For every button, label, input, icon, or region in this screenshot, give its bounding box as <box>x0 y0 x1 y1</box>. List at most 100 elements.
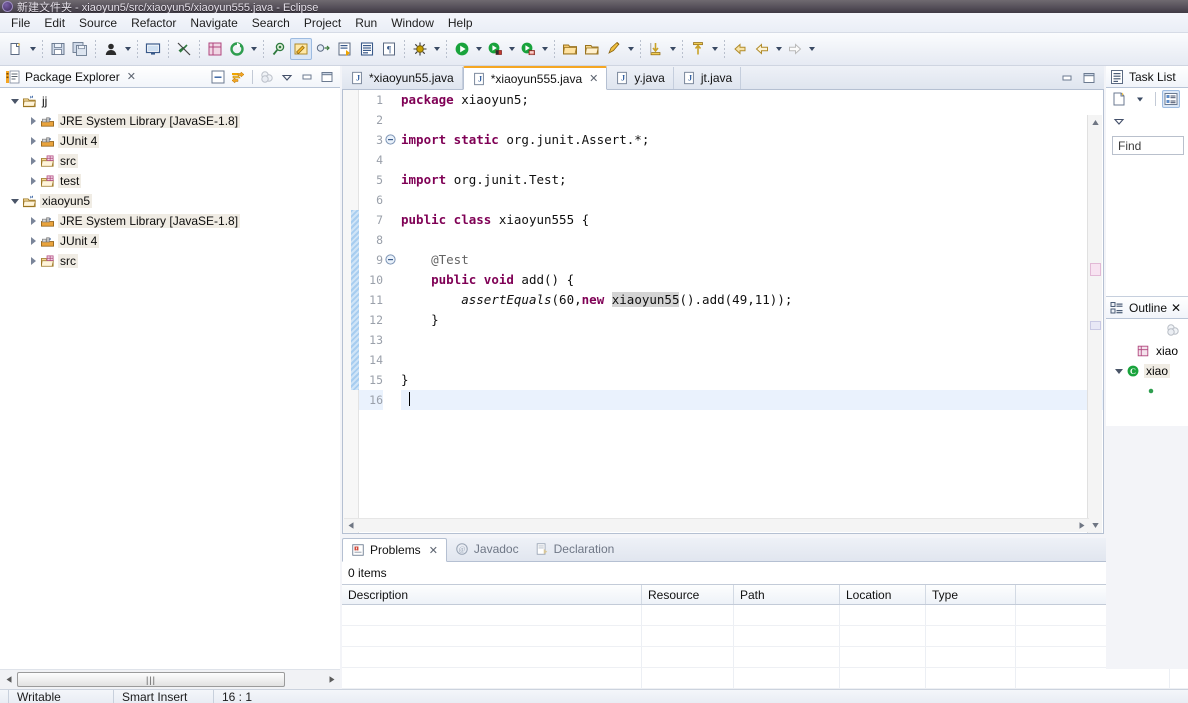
tab-package-explorer[interactable]: Package Explorer ✕ <box>0 66 141 88</box>
folding-marker[interactable] <box>385 370 397 390</box>
dropdown-arrow-icon[interactable] <box>709 38 720 60</box>
source-editor[interactable]: 1 2 3 4 5 6 7 8 9 10 11 12 13 14 15 16 package xiaoyun5… <box>342 90 1104 534</box>
code-line[interactable]: assertEquals(60,new xiaoyun55().add(49,1… <box>401 290 1103 310</box>
maximize-icon[interactable] <box>1080 69 1098 87</box>
no-link-button[interactable] <box>173 38 195 60</box>
run-ant-button[interactable] <box>517 38 539 60</box>
console-button[interactable] <box>142 38 164 60</box>
code-line[interactable] <box>401 390 1103 410</box>
menu-window[interactable]: Window <box>384 14 441 32</box>
outline-row[interactable] <box>1106 381 1188 401</box>
search-history-button[interactable] <box>603 38 625 60</box>
folding-marker[interactable] <box>385 110 397 130</box>
minimize-icon[interactable] <box>1058 69 1076 87</box>
editor-tab-jtjava[interactable]: Jjt.java <box>674 67 742 89</box>
code-line[interactable]: package xiaoyun5; <box>401 90 1103 110</box>
open-type-folder-button[interactable] <box>559 38 581 60</box>
tree-row[interactable]: JUnit 4 <box>0 131 340 151</box>
sort-members-icon[interactable] <box>1164 321 1182 339</box>
dropdown-arrow-icon[interactable] <box>431 38 442 60</box>
folding-marker[interactable] <box>385 130 397 150</box>
search-annotation-button[interactable] <box>268 38 290 60</box>
new-package-button[interactable] <box>204 38 226 60</box>
outline-row[interactable]: Cxiao <box>1106 361 1188 381</box>
view-menu-icon[interactable] <box>1110 112 1128 130</box>
folding-marker[interactable] <box>385 310 397 330</box>
close-icon[interactable]: ✕ <box>1171 301 1181 315</box>
dropdown-arrow-icon[interactable] <box>773 38 784 60</box>
tree-row[interactable]: src <box>0 151 340 171</box>
code-line[interactable]: @Test <box>401 250 1103 270</box>
code-line[interactable] <box>401 150 1103 170</box>
new-wizard-button[interactable] <box>5 38 27 60</box>
dropdown-arrow-icon[interactable] <box>667 38 678 60</box>
open-type-button[interactable] <box>334 38 356 60</box>
run-button[interactable] <box>451 38 473 60</box>
menu-edit[interactable]: Edit <box>37 14 72 32</box>
code-line[interactable] <box>401 330 1103 350</box>
folding-marker[interactable] <box>385 90 397 110</box>
folding-marker[interactable] <box>385 250 397 270</box>
tree-row[interactable]: jj <box>0 91 340 111</box>
tree-row[interactable]: xiaoyun5 <box>0 191 340 211</box>
format-button[interactable]: ¶ <box>378 38 400 60</box>
expand-arrow-icon[interactable] <box>8 91 22 111</box>
close-icon[interactable]: ✕ <box>589 72 598 85</box>
collapse-arrow-icon[interactable] <box>26 111 40 131</box>
package-explorer-horizontal-scrollbar[interactable]: ||| <box>0 669 340 689</box>
menu-project[interactable]: Project <box>297 14 348 32</box>
close-icon[interactable]: ✕ <box>429 544 438 557</box>
editor-vertical-scrollbar[interactable] <box>1087 115 1102 533</box>
view-menu-icon[interactable] <box>278 68 296 86</box>
chevron-down-icon[interactable] <box>1131 90 1149 108</box>
tree-row[interactable]: JRE System Library [JavaSE-1.8] <box>0 211 340 231</box>
tree-row[interactable]: test <box>0 171 340 191</box>
column-header[interactable]: Resource <box>642 585 734 604</box>
step-into-button[interactable] <box>645 38 667 60</box>
menu-help[interactable]: Help <box>441 14 480 32</box>
code-line[interactable]: import static org.junit.Assert.*; <box>401 130 1103 150</box>
tab-task-list[interactable]: Task List <box>1106 66 1188 88</box>
close-icon[interactable]: ✕ <box>127 70 136 83</box>
refresh-button[interactable] <box>226 38 248 60</box>
dropdown-arrow-icon[interactable] <box>625 38 636 60</box>
folding-marker[interactable] <box>385 190 397 210</box>
scroll-left-icon[interactable] <box>0 672 16 688</box>
problems-tab-javadoc[interactable]: @ Javadoc <box>447 537 527 561</box>
menu-run[interactable]: Run <box>348 14 384 32</box>
scrollbar-thumb[interactable]: ||| <box>17 672 285 687</box>
categorize-icon[interactable] <box>1162 90 1180 108</box>
editor-folding-column[interactable] <box>385 90 397 533</box>
new-task-icon[interactable] <box>1110 90 1128 108</box>
open-task-button[interactable] <box>356 38 378 60</box>
next-annotation-button[interactable] <box>312 38 334 60</box>
editor-horizontal-scrollbar[interactable] <box>344 518 1089 532</box>
menu-refactor[interactable]: Refactor <box>124 14 183 32</box>
editor-tab-yjava[interactable]: Jy.java <box>607 67 674 89</box>
minimize-icon[interactable] <box>298 68 316 86</box>
code-line[interactable] <box>401 190 1103 210</box>
column-header[interactable]: Path <box>734 585 840 604</box>
back-button[interactable] <box>751 38 773 60</box>
open-resource-button[interactable] <box>581 38 603 60</box>
view-filter-icon[interactable] <box>258 68 276 86</box>
maximize-icon[interactable] <box>318 68 336 86</box>
problems-tab-problems[interactable]: Problems ✕ <box>342 538 447 562</box>
folding-marker[interactable] <box>385 170 397 190</box>
tab-outline[interactable]: Outline ✕ <box>1106 297 1188 319</box>
dropdown-arrow-icon[interactable] <box>248 38 259 60</box>
folding-marker[interactable] <box>385 330 397 350</box>
expand-arrow-icon[interactable] <box>8 191 22 211</box>
code-line[interactable] <box>401 350 1103 370</box>
folding-marker[interactable] <box>385 290 397 310</box>
editor-code-text[interactable]: package xiaoyun5; import static org.juni… <box>397 90 1103 533</box>
code-line[interactable] <box>401 230 1103 250</box>
back-history-button[interactable] <box>729 38 751 60</box>
dropdown-arrow-icon[interactable] <box>806 38 817 60</box>
code-line[interactable]: import org.junit.Test; <box>401 170 1103 190</box>
collapse-arrow-icon[interactable] <box>26 151 40 171</box>
dropdown-arrow-icon[interactable] <box>473 38 484 60</box>
scroll-up-icon[interactable] <box>1088 115 1103 130</box>
save-button[interactable] <box>47 38 69 60</box>
code-line[interactable]: } <box>401 370 1103 390</box>
